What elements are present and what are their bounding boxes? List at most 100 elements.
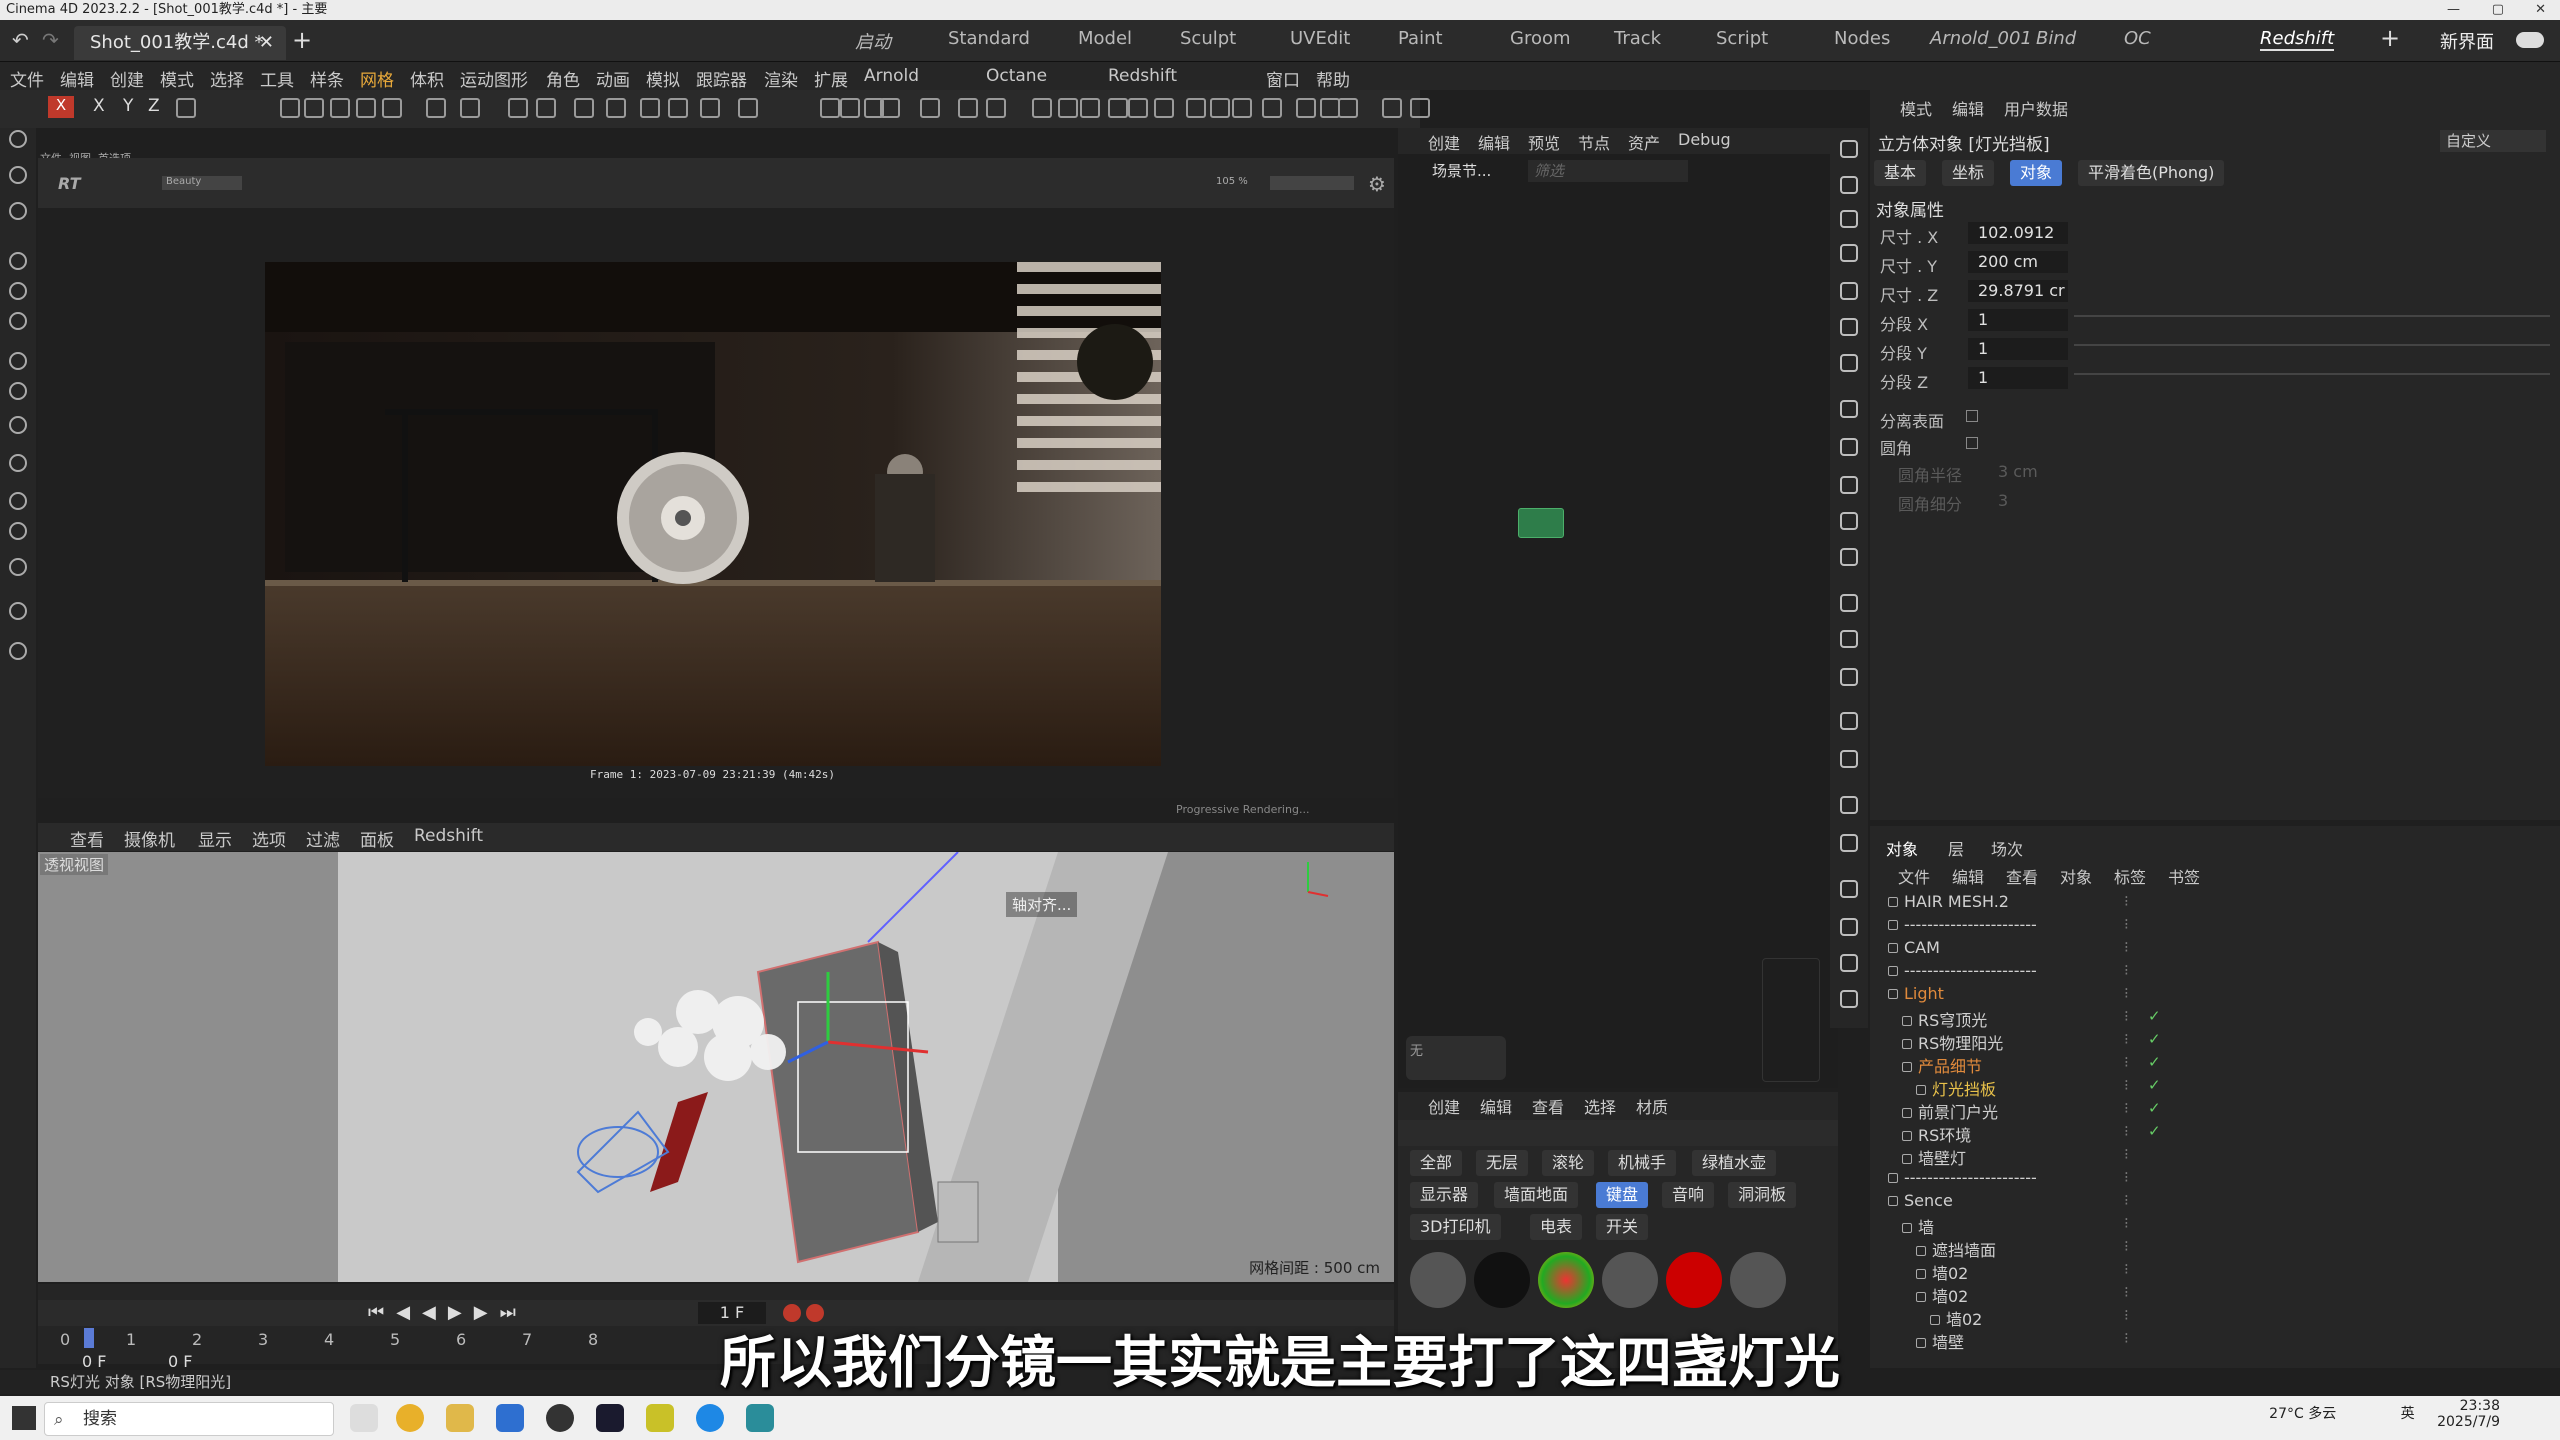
timeline-end[interactable]: 0 F [168,1352,192,1371]
layout-tab-standard[interactable]: Standard [948,28,1030,49]
panel-shortcut-icon[interactable] [1840,880,1858,898]
add-layout-icon[interactable]: + [2380,24,2400,52]
tool-icon[interactable] [9,416,27,434]
attr-field-value[interactable]: 1 [1968,367,2068,389]
visibility-dots[interactable]: ⁝ [2124,1191,2129,1209]
material-menu-4[interactable]: 材质 [1636,1094,1668,1118]
toolbar-tool-icon[interactable] [1058,98,1078,118]
playback-controls[interactable]: ⏮◀◀▶▶⏭ [368,1302,528,1323]
close-window-icon[interactable]: ✕ [2535,0,2546,20]
material-filter[interactable]: 3D打印机 [1410,1214,1501,1240]
attr-field-value[interactable]: 102.0912 c [1968,222,2068,264]
toolbar-tool-icon[interactable] [1338,98,1358,118]
panel-shortcut-icon[interactable] [1840,140,1858,158]
rt-label[interactable]: RT [58,174,81,193]
layout-tab-groom[interactable]: Groom [1510,28,1571,49]
toolbar-tool-icon[interactable] [840,98,860,118]
visibility-dots[interactable]: ⁝ [2124,1122,2129,1140]
toolbar-tool-icon[interactable] [920,98,940,118]
toolbar-tool-icon[interactable] [1410,98,1430,118]
toolbar-tool-icon[interactable] [460,98,480,118]
scene-nodes-tab[interactable]: 场景节... [1432,160,1522,182]
visibility-dots[interactable]: ⁝ [2124,984,2129,1002]
obs-icon[interactable] [546,1404,574,1432]
menu-1[interactable]: 编辑 [60,66,94,91]
object-menu-0[interactable]: 文件 [1898,864,1930,888]
material-filter[interactable]: 开关 [1596,1214,1649,1240]
material-filter[interactable]: 无层 [1476,1150,1529,1176]
visibility-dots[interactable]: ⁝ [2124,1145,2129,1163]
object-item[interactable]: 前景门户光 [1902,1099,1998,1123]
panel-shortcut-icon[interactable] [1840,668,1858,686]
object-item[interactable]: RS物理阳光 [1902,1030,2003,1054]
toolbar-tool-icon[interactable] [280,98,300,118]
tool-icon[interactable] [9,492,27,510]
node-menu-3[interactable]: 节点 [1578,130,1610,154]
viewport-menu-0[interactable]: 查看 [70,826,104,851]
document-tab[interactable]: Shot_001教学.c4d * ✕ [74,26,286,60]
tool-icon[interactable] [9,382,27,400]
toolbar-tool-icon[interactable] [1128,98,1148,118]
attr-menu-2[interactable]: 用户数据 [2004,96,2068,120]
toolbar-tool-icon[interactable] [1186,98,1206,118]
visibility-dots[interactable]: ⁝ [2124,938,2129,956]
node-menu-4[interactable]: 资产 [1628,130,1660,154]
visibility-dots[interactable]: ⁝ [2124,915,2129,933]
attr-tab-0[interactable]: 基本 [1874,160,1927,186]
attr-checkbox[interactable] [1966,410,1978,422]
close-tab-icon[interactable]: ✕ [259,26,274,60]
node-menu-2[interactable]: 预览 [1528,130,1560,154]
toolbar-tool-icon[interactable] [1154,98,1174,118]
panel-shortcut-icon[interactable] [1840,548,1858,566]
toolbar-tool-icon[interactable] [958,98,978,118]
panel-shortcut-icon[interactable] [1840,750,1858,768]
toolbar-tool-icon[interactable] [820,98,840,118]
attr-tab-1[interactable]: 坐标 [1942,160,1995,186]
object-item[interactable]: 产品细节 [1902,1053,1982,1077]
object-item[interactable]: 墙02 [1916,1260,1968,1284]
visibility-dots[interactable]: ⁝ [2124,1007,2129,1025]
toolbar-tool-icon[interactable] [1232,98,1252,118]
toolbar-tool-icon[interactable] [330,98,350,118]
enable-check-icon[interactable]: ✓ [2148,1030,2161,1048]
visibility-dots[interactable]: ⁝ [2124,1076,2129,1094]
redo-icon[interactable]: ↷ [42,28,59,52]
aov-select[interactable]: Beauty [162,176,242,190]
panel-shortcut-icon[interactable] [1840,796,1858,814]
material-ball[interactable] [1666,1252,1722,1308]
material-menu-0[interactable]: 创建 [1428,1094,1460,1118]
panel-shortcut-icon[interactable] [1840,210,1858,228]
menu-4[interactable]: 选择 [210,66,244,91]
viewport-menu-3[interactable]: 选项 [252,826,286,851]
material-menu-1[interactable]: 编辑 [1480,1094,1512,1118]
menu-9[interactable]: 运动图形 [460,66,528,91]
object-menu-2[interactable]: 查看 [2006,864,2038,888]
clock-time[interactable]: 23:38 [2460,1398,2500,1414]
x-axis-lock[interactable]: X [48,96,74,118]
interface-toggle[interactable] [2516,32,2544,48]
toolbar-tool-icon[interactable] [640,98,660,118]
viewport-menu-2[interactable]: 显示 [198,826,232,851]
attr-field-value[interactable]: 200 cm [1968,251,2068,273]
cinema4d-icon[interactable] [596,1404,624,1432]
enable-check-icon[interactable]: ✓ [2148,1007,2161,1025]
material-ball[interactable] [1730,1252,1786,1308]
tool-icon[interactable] [9,454,27,472]
visibility-dots[interactable]: ⁝ [2124,961,2129,979]
fit-select[interactable] [1270,176,1354,190]
toolbar-tool-icon[interactable] [700,98,720,118]
enable-check-icon[interactable]: ✓ [2148,1122,2161,1140]
panel-shortcut-icon[interactable] [1840,318,1858,336]
object-item[interactable]: 墙 [1902,1214,1934,1238]
material-menu-2[interactable]: 查看 [1532,1094,1564,1118]
toolbar-tool-icon[interactable] [1320,98,1340,118]
viewport-menu-6[interactable]: Redshift [414,826,483,846]
maximize-icon[interactable]: ▢ [2492,0,2504,20]
visibility-dots[interactable]: ⁝ [2124,1260,2129,1278]
app-icon[interactable] [646,1404,674,1432]
toolbar-tool-icon[interactable] [1382,98,1402,118]
material-filter[interactable]: 键盘 [1596,1182,1649,1208]
layout-tab-redshift[interactable]: Redshift [2260,28,2335,51]
visibility-dots[interactable]: ⁝ [2124,1030,2129,1048]
attr-field-value[interactable]: 1 [1968,338,2068,360]
